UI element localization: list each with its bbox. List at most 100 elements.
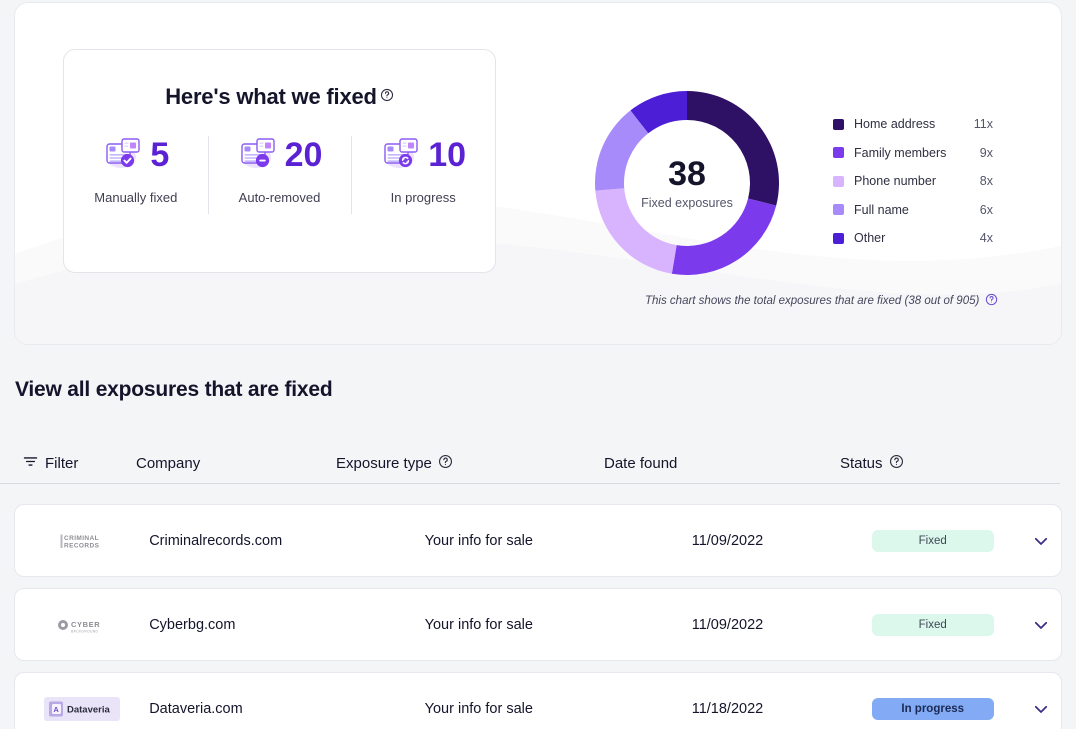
exposure-type: Your info for sale: [347, 701, 611, 717]
column-header-label: Company: [136, 455, 200, 472]
column-header-company[interactable]: Company: [136, 455, 336, 472]
status-badge: Fixed: [872, 530, 994, 552]
column-header-label: Exposure type: [336, 455, 432, 472]
donut-svg: [595, 91, 779, 275]
table-row[interactable]: CRIMINAL RECORDS Criminalrecords.com You…: [14, 504, 1062, 577]
dashboard-page: Here's what we fixed: [0, 0, 1076, 729]
legend-label: Full name: [854, 203, 969, 217]
filter-icon: [22, 453, 39, 474]
legend-item-phone-number: Phone number 8x: [833, 167, 993, 196]
summary-title: Here's what we fixed: [64, 82, 495, 110]
chart-footnote-text: This chart shows the total exposures tha…: [645, 295, 979, 307]
company-name: Cyberbg.com: [149, 617, 346, 633]
table-row[interactable]: A Dataveria Dataveria.com Your info for …: [14, 672, 1062, 729]
column-header-status[interactable]: Status: [840, 454, 1020, 473]
legend-swatch-icon: [833, 233, 844, 244]
donut-slice[interactable]: [672, 198, 776, 275]
legend-count: 11x: [969, 117, 993, 131]
svg-text:Dataveria: Dataveria: [67, 704, 110, 715]
legend-count: 6x: [969, 203, 993, 217]
status-badge: Fixed: [872, 614, 994, 636]
page-title: View all exposures that are fixed: [15, 378, 333, 402]
date-found: 11/09/2022: [611, 533, 844, 549]
date-found: 11/09/2022: [611, 617, 844, 633]
column-header-label: Status: [840, 455, 883, 472]
company-logo: CYBER BACKGROUND: [15, 612, 149, 638]
chevron-down-icon[interactable]: [1032, 700, 1050, 718]
legend-swatch-icon: [833, 204, 844, 215]
company-name: Criminalrecords.com: [149, 533, 346, 549]
fixed-summary-card: Here's what we fixed: [63, 49, 496, 273]
chevron-down-icon[interactable]: [1032, 532, 1050, 550]
svg-text:CRIMINAL: CRIMINAL: [64, 535, 99, 542]
chevron-down-icon[interactable]: [1032, 616, 1050, 634]
exposure-type: Your info for sale: [347, 617, 611, 633]
expand-row-button[interactable]: [1022, 616, 1061, 634]
cyber-logo-icon: CYBER BACKGROUND: [50, 612, 114, 638]
question-circle-icon[interactable]: [380, 82, 394, 108]
legend-label: Other: [854, 231, 969, 245]
criminalrecords-logo-icon: CRIMINAL RECORDS: [50, 528, 114, 554]
legend-swatch-icon: [833, 119, 844, 130]
stat-value: 5: [150, 138, 169, 172]
svg-text:RECORDS: RECORDS: [64, 542, 100, 549]
legend-swatch-icon: [833, 147, 844, 158]
legend-count: 9x: [969, 146, 993, 160]
table-row[interactable]: CYBER BACKGROUND Cyberbg.com Your info f…: [14, 588, 1062, 661]
stat-label: Manually fixed: [68, 190, 204, 205]
document-refresh-icon: [380, 136, 422, 175]
question-circle-icon[interactable]: [985, 293, 998, 309]
legend-label: Family members: [854, 146, 969, 160]
dataveria-logo-icon: A Dataveria: [44, 695, 120, 723]
svg-text:BACKGROUND: BACKGROUND: [71, 629, 99, 633]
status-badge: In progress: [872, 698, 994, 720]
stat-manually-fixed: 5 Manually fixed: [64, 132, 208, 205]
document-minus-icon: [237, 136, 279, 175]
stat-label: Auto-removed: [212, 190, 348, 205]
status-cell: Fixed: [844, 530, 1022, 552]
company-logo: A Dataveria: [15, 695, 149, 723]
column-header-exposure-type[interactable]: Exposure type: [336, 454, 604, 473]
stat-in-progress: 10 In progress: [351, 132, 495, 205]
company-name: Dataveria.com: [149, 701, 346, 717]
svg-text:CYBER: CYBER: [71, 620, 100, 629]
table-header: Filter Company Exposure type Date found …: [0, 444, 1060, 484]
exposure-type: Your info for sale: [347, 533, 611, 549]
stat-auto-removed: 20 Auto-removed: [208, 132, 352, 205]
chart-footnote: This chart shows the total exposures tha…: [645, 293, 998, 309]
document-check-icon: [102, 136, 144, 175]
svg-text:A: A: [53, 705, 59, 714]
expand-row-button[interactable]: [1022, 700, 1061, 718]
exposures-table: CRIMINAL RECORDS Criminalrecords.com You…: [0, 504, 1076, 729]
stat-label: In progress: [355, 190, 491, 205]
legend-item-family-members: Family members 9x: [833, 139, 993, 168]
question-circle-icon[interactable]: [889, 454, 904, 473]
status-cell: In progress: [844, 698, 1022, 720]
stat-value: 20: [285, 138, 323, 172]
filter-label: Filter: [45, 455, 78, 472]
legend-label: Home address: [854, 117, 969, 131]
company-logo: CRIMINAL RECORDS: [15, 528, 149, 554]
summary-title-text: Here's what we fixed: [165, 84, 377, 109]
chart-legend: Home address 11x Family members 9x Phone…: [833, 110, 993, 253]
stat-value: 10: [428, 138, 466, 172]
fixed-exposures-donut-chart: 38 Fixed exposures: [595, 91, 779, 275]
status-cell: Fixed: [844, 614, 1022, 636]
legend-count: 8x: [969, 174, 993, 188]
column-header-date-found[interactable]: Date found: [604, 455, 840, 472]
question-circle-icon[interactable]: [438, 454, 453, 473]
legend-item-full-name: Full name 6x: [833, 196, 993, 225]
overview-card: Here's what we fixed: [14, 2, 1062, 345]
legend-item-home-address: Home address 11x: [833, 110, 993, 139]
donut-slice[interactable]: [687, 91, 779, 206]
legend-item-other: Other 4x: [833, 224, 993, 253]
stats-row: 5 Manually fixed: [64, 132, 495, 205]
legend-label: Phone number: [854, 174, 969, 188]
legend-count: 4x: [969, 231, 993, 245]
filter-button[interactable]: Filter: [0, 453, 136, 474]
expand-row-button[interactable]: [1022, 532, 1061, 550]
date-found: 11/18/2022: [611, 701, 844, 717]
column-header-label: Date found: [604, 455, 677, 472]
legend-swatch-icon: [833, 176, 844, 187]
donut-slice[interactable]: [595, 188, 676, 274]
